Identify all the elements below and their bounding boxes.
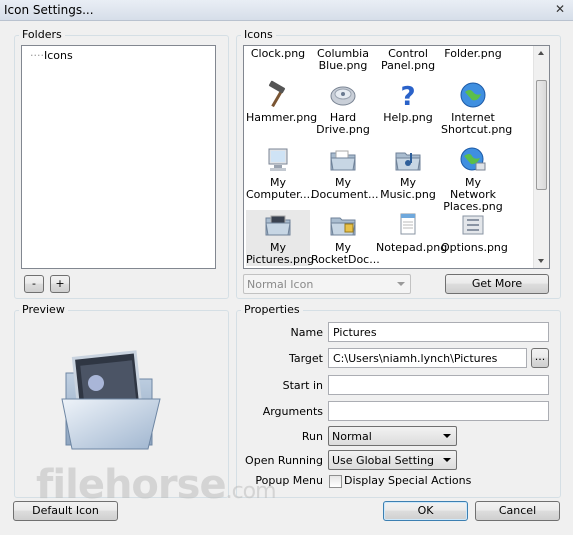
start-in-field[interactable] [328, 375, 549, 395]
preview-folder-icon [61, 350, 161, 450]
open-running-select[interactable]: Use Global Setting [328, 450, 457, 470]
icon-item-my-computer[interactable]: My Computer.... [246, 145, 314, 201]
scroll-down-icon[interactable] [538, 259, 544, 263]
hammer-icon [268, 80, 286, 108]
scroll-thumb[interactable] [536, 80, 547, 190]
icon-item-my-music[interactable]: My Music.png [376, 145, 440, 201]
icon-item-my-network-places[interactable]: My Network Places.png [441, 145, 505, 213]
tree-connector: ···· [30, 49, 44, 62]
browse-target-button[interactable]: ... [531, 348, 549, 368]
icon-item-folder[interactable]: Folder.png [441, 48, 505, 60]
icon-item-my-rocketdock[interactable]: My RocketDoc... [311, 210, 380, 266]
close-icon[interactable]: ✕ [553, 2, 567, 16]
scroll-up-icon[interactable] [538, 51, 544, 55]
notepad-icon [400, 213, 416, 235]
computer-icon [268, 148, 288, 171]
icon-item-clock[interactable]: Clock.png [246, 48, 310, 60]
icon-item-hammer[interactable]: Hammer.png [246, 80, 318, 124]
add-folder-button[interactable]: + [50, 275, 70, 293]
run-value: Normal [332, 430, 372, 443]
tree-item-icons[interactable]: ····Icons [30, 49, 73, 62]
chevron-down-icon [443, 434, 451, 438]
icon-label: My Pictures.png [246, 241, 314, 266]
properties-label: Properties [241, 303, 303, 316]
pictures-folder-icon [265, 215, 291, 236]
hard-drive-icon [330, 86, 356, 106]
icon-label: My Computer.... [246, 176, 314, 201]
title-bar: Icon Settings... ✕ [0, 0, 573, 21]
icon-item-my-pictures[interactable]: My Pictures.png [246, 210, 314, 266]
icon-label: Hammer.png [246, 111, 318, 124]
icon-label: Help.png [383, 111, 433, 124]
icon-label: Clock.png [250, 47, 306, 60]
run-select[interactable]: Normal [328, 426, 457, 446]
svg-text:?: ? [400, 82, 415, 110]
documents-folder-icon [330, 150, 356, 171]
icons-list[interactable]: Clock.png Columbia Blue.png Control Pane… [243, 45, 550, 269]
remove-folder-button[interactable]: - [24, 275, 44, 293]
icon-label: My Music.png [380, 176, 436, 201]
default-icon-button[interactable]: Default Icon [13, 501, 118, 521]
name-field[interactable]: Pictures [328, 322, 549, 342]
name-label: Name [290, 326, 323, 339]
icon-item-notepad[interactable]: Notepad.png [376, 210, 448, 254]
preview-label: Preview [19, 303, 68, 316]
start-in-label: Start in [282, 379, 323, 392]
icon-label: Folder.png [444, 47, 502, 60]
icon-label: Hard Drive.png [316, 111, 370, 136]
target-field[interactable]: C:\Users\niamh.lynch\Pictures [328, 348, 527, 368]
icon-item-help[interactable]: ? Help.png [376, 80, 440, 124]
icon-item-control-panel[interactable]: Control Panel.png [376, 48, 440, 72]
icon-label: Internet Shortcut.png [441, 111, 513, 136]
chevron-down-icon [397, 282, 405, 286]
icon-item-columbia-blue[interactable]: Columbia Blue.png [311, 48, 375, 72]
icon-label: Notepad.png [376, 241, 448, 254]
icon-item-options[interactable]: Options.png [441, 210, 508, 254]
chevron-down-icon [443, 458, 451, 462]
arguments-field[interactable] [328, 401, 549, 421]
tree-item-label: Icons [44, 49, 73, 62]
icons-scrollbar[interactable] [533, 46, 549, 268]
folders-label: Folders [19, 28, 65, 41]
icon-type-select[interactable]: Normal Icon [243, 274, 411, 294]
icon-item-hard-drive[interactable]: Hard Drive.png [311, 80, 375, 136]
display-special-actions-label[interactable]: Display Special Actions [344, 474, 471, 487]
music-folder-icon [395, 152, 421, 171]
icon-type-value: Normal Icon [247, 278, 314, 291]
icon-item-internet-shortcut[interactable]: Internet Shortcut.png [441, 80, 513, 136]
target-label: Target [288, 352, 323, 365]
cancel-button[interactable]: Cancel [475, 501, 560, 521]
open-running-value: Use Global Setting [332, 454, 435, 467]
icon-item-my-documents[interactable]: My Document... [311, 145, 379, 201]
icon-label: My Network Places.png [443, 176, 503, 213]
help-icon: ? [400, 82, 415, 110]
options-icon [462, 215, 484, 235]
display-special-actions-checkbox[interactable] [329, 475, 342, 488]
folders-tree[interactable]: ····Icons [21, 45, 216, 269]
network-places-icon [460, 147, 486, 171]
icon-label: My Document... [311, 176, 379, 201]
get-more-button[interactable]: Get More [445, 274, 549, 294]
watermark-tld: .com [225, 479, 277, 504]
rocketdock-folder-icon [330, 217, 356, 236]
icon-label: Options.png [441, 241, 508, 254]
window-title: Icon Settings... [4, 3, 94, 17]
run-label: Run [301, 430, 323, 443]
icon-label: Columbia Blue.png [317, 47, 369, 72]
arguments-label: Arguments [262, 405, 323, 418]
icon-label: Control Panel.png [380, 47, 436, 72]
ok-button[interactable]: OK [383, 501, 468, 521]
icon-label: My RocketDoc... [311, 241, 380, 266]
icons-label: Icons [241, 28, 276, 41]
internet-shortcut-icon [460, 82, 486, 108]
